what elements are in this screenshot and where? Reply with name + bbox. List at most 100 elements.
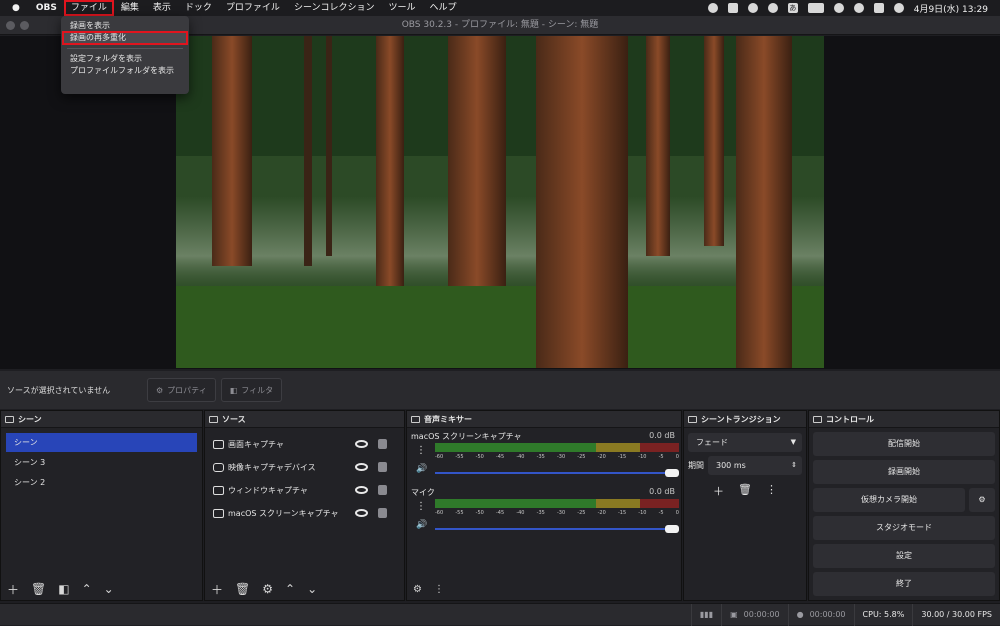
system-menubar: ● OBS ファイル 編集 表示 ドック プロファイル シーンコレクション ツー… [0,0,1000,16]
remove-source-icon[interactable]: 🗑 [235,582,250,596]
move-up-icon[interactable]: ⌃ [285,582,295,596]
obs-tray-icon[interactable] [707,3,718,13]
window-title: OBS 30.2.3 - プロファイル: 無題 - シーン: 無題 [401,20,599,30]
menu-profile[interactable]: プロファイル [219,0,287,16]
scene-item[interactable]: シーン 3 [6,453,197,472]
lock-icon[interactable] [378,462,387,472]
control-center-icon[interactable] [873,3,884,13]
dock-icon [5,415,14,423]
channel-name: macOS スクリーンキャプチャ [411,432,522,441]
menu-item-show-profile-folder[interactable]: プロファイルフォルダを表示 [61,65,189,77]
duration-row: 期間 300 ms ⇕ [688,456,802,475]
transitions-dock-title: シーントランジション [701,414,781,424]
source-row[interactable]: 画面キャプチャ [205,433,404,456]
source-properties-icon[interactable]: ⚙ [262,582,273,596]
add-transition-icon[interactable]: ＋ [713,483,724,499]
battery-icon[interactable] [807,3,824,13]
visibility-eye-icon[interactable] [355,440,368,448]
minimize-window-icon[interactable] [20,21,29,30]
filter-icon: ◧ [229,385,238,395]
input-method-icon[interactable]: あ [787,3,798,13]
monitor-icon [213,509,224,518]
menu-help[interactable]: ヘルプ [423,0,464,16]
move-down-icon[interactable]: ⌄ [307,582,317,596]
properties-button[interactable]: ⚙ プロパティ [147,378,216,402]
audio-mixer-dock: 音声ミキサー macOS スクリーンキャプチャ 0.0 dB ⋮ -60 -55-… [406,410,682,601]
lock-icon[interactable] [378,485,387,495]
menu-item-show-settings-folder[interactable]: 設定フォルダを表示 [61,53,189,65]
menu-obs[interactable]: OBS [29,0,64,16]
menu-item-remux-recordings[interactable]: 録画の再多重化 [62,31,188,45]
start-virtual-camera-button[interactable]: 仮想カメラ開始 [813,488,965,512]
speaker-icon[interactable]: 🔊 [416,520,427,530]
lock-icon[interactable] [378,508,387,518]
spotlight-icon[interactable] [853,3,864,13]
channel-menu-icon[interactable]: ⋮ [416,501,426,512]
source-row[interactable]: macOS スクリーンキャプチャ [205,502,404,525]
creative-cloud-icon[interactable] [747,3,758,13]
exit-button[interactable]: 終了 [813,572,995,596]
start-streaming-button[interactable]: 配信開始 [813,432,995,456]
start-recording-button[interactable]: 録画開始 [813,460,995,484]
mixer-menu-icon[interactable]: ⋮ [434,584,444,595]
scene-filters-icon[interactable]: ◧ [58,582,69,596]
menu-item-show-recordings[interactable]: 録画を表示 [61,20,189,32]
add-scene-icon[interactable]: ＋ [7,581,19,598]
meter-ticks: -60 -55 -50 -45 -40 -35 -30 -25 -20 -15 -10 -5 0 [435,454,679,460]
move-down-icon[interactable]: ⌄ [104,582,114,596]
move-up-icon[interactable]: ⌃ [82,582,92,596]
sources-dock: ソース 画面キャプチャ 映像キャプチャデバイス ウィンドウキャプチャ macOS… [204,410,405,601]
sync-icon[interactable] [767,3,778,13]
volume-slider[interactable] [435,528,679,530]
recording-status: ▣ 00:00:00 [721,603,788,626]
lock-icon[interactable] [378,439,387,449]
siri-icon[interactable] [893,3,904,13]
mixer-dock-title: 音声ミキサー [424,414,472,424]
volume-slider[interactable] [435,472,679,474]
studio-mode-button[interactable]: スタジオモード [813,516,995,540]
visibility-eye-icon[interactable] [355,509,368,517]
volume-slider-handle[interactable] [665,469,679,477]
stepper-icon[interactable]: ⇕ [791,456,797,475]
channel-menu-icon[interactable]: ⋮ [416,445,426,456]
menubar-clock[interactable]: 4月9日(水) 13:29 [914,2,988,15]
menu-view[interactable]: 表示 [146,0,178,16]
source-toolbar: ソースが選択されていません ⚙ プロパティ ◧ フィルタ [0,371,1000,409]
source-row[interactable]: ウィンドウキャプチャ [205,479,404,502]
transition-select[interactable]: フェード ▼ [688,433,802,452]
virtual-camera-settings-gear-icon[interactable]: ⚙ [969,488,995,512]
apple-icon[interactable]: ● [0,0,29,16]
volume-slider-handle[interactable] [665,525,679,533]
source-row[interactable]: 映像キャプチャデバイス [205,456,404,479]
transition-menu-icon[interactable]: ⋮ [766,483,777,499]
menu-file[interactable]: ファイル [63,0,114,16]
remove-scene-icon[interactable]: 🗑 [31,582,46,596]
filters-button[interactable]: ◧ フィルタ [220,378,283,402]
duration-spinbox[interactable]: 300 ms ⇕ [708,456,802,475]
gear-icon: ⚙ [156,385,164,395]
menu-edit[interactable]: 編集 [114,0,146,16]
speaker-icon[interactable]: 🔊 [416,464,427,474]
mixer-channel: macOS スクリーンキャプチャ 0.0 dB ⋮ -60 -55 -50 -45 -4… [411,431,679,483]
camera-icon [213,463,224,472]
scene-item[interactable]: シーン [6,433,197,452]
signal-bars-icon: ▮▮▮ [699,610,714,619]
app-tray-icon[interactable] [727,3,738,13]
visibility-eye-icon[interactable] [355,486,368,494]
add-source-icon[interactable]: ＋ [211,581,223,598]
menu-scene-collection[interactable]: シーンコレクション [287,0,382,16]
status-bar: ▮▮▮ ▣ 00:00:00 ● 00:00:00 CPU: 5.8% 30.0… [0,603,1000,626]
wifi-icon[interactable] [833,3,844,13]
close-window-icon[interactable] [6,21,15,30]
dropdown-arrow-icon: ▼ [790,438,796,446]
scene-item[interactable]: シーン 2 [6,473,197,492]
remove-transition-icon[interactable]: 🗑 [738,483,752,499]
recording-icon: ▣ [730,610,738,619]
visibility-eye-icon[interactable] [355,463,368,471]
controls-dock: コントロール 配信開始 録画開始 仮想カメラ開始 ⚙ スタジオモード 設定 終了 [808,410,1000,601]
settings-button[interactable]: 設定 [813,544,995,568]
filters-label: フィルタ [241,385,274,395]
menu-docks[interactable]: ドック [178,0,219,16]
menu-tools[interactable]: ツール [382,0,423,16]
advanced-audio-gear-icon[interactable]: ⚙ [413,584,422,595]
